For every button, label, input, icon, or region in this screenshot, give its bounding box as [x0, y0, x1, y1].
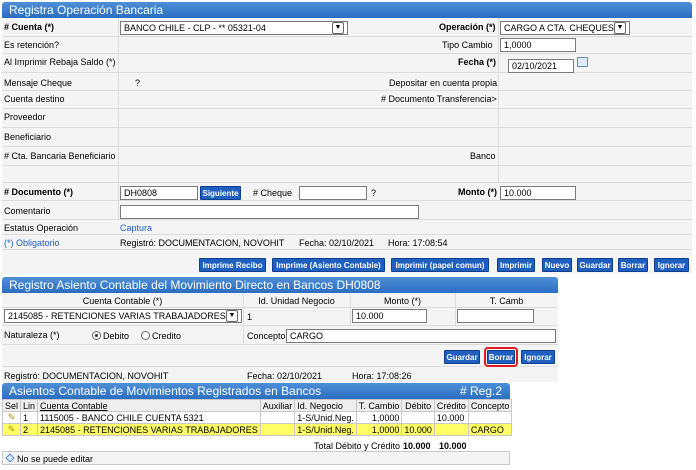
cuenta-destino-label: Cuenta destino	[4, 94, 65, 104]
cheque-label: # Cheque	[253, 188, 293, 198]
cheque-help[interactable]: ?	[371, 188, 376, 198]
diamond-icon	[5, 453, 15, 463]
banco-label: Banco	[470, 151, 496, 161]
naturaleza-label: Naturaleza (*)	[4, 330, 60, 340]
section3-title: Asientos Contable de Movimientos Registr…	[2, 383, 510, 399]
ignorar-button[interactable]: Ignorar	[654, 258, 689, 272]
asiento-registro-fecha: Fecha: 02/10/2021	[247, 371, 323, 381]
concepto-label: Concepto	[247, 331, 286, 341]
imprimir-button[interactable]: Imprimir	[497, 258, 535, 272]
comentario-input[interactable]	[120, 205, 419, 219]
tipo-cambio-input[interactable]	[500, 38, 576, 52]
total-debito: 10.000	[403, 441, 431, 451]
table-row[interactable]: ✎ 1 1115005 - BANCO CHILE CUENTA 5321 1-…	[1, 411, 513, 424]
chevron-down-icon: ▼	[226, 310, 238, 322]
col-monto-header: Monto (*)	[383, 296, 421, 306]
siguiente-button[interactable]: Siguiente	[200, 186, 241, 200]
monto-input[interactable]	[500, 186, 576, 200]
cheque-input[interactable]	[299, 186, 367, 200]
col-cuenta-header: Cuenta Contable (*)	[82, 296, 163, 306]
registro-fecha: Fecha: 02/10/2021	[299, 238, 375, 248]
total-label: Total Débito y Crédito	[314, 441, 401, 451]
cuenta-label: # Cuenta (*)	[4, 22, 55, 32]
radio-selected-icon	[92, 331, 101, 340]
unidad-value: 1	[247, 312, 253, 322]
depositar-label: Depositar en cuenta propia	[389, 78, 498, 88]
chevron-down-icon: ▼	[614, 22, 626, 34]
asiento-registro-hora: Hora: 17:08:26	[352, 371, 412, 381]
comentario-label: Comentario	[4, 206, 51, 216]
th-negocio: Id. Negocio	[294, 399, 357, 412]
reg-count: # Reg.2	[459, 384, 502, 398]
fecha-input[interactable]	[508, 59, 574, 73]
total-credito: 10.000	[439, 441, 467, 451]
credito-radio[interactable]: Credito	[141, 331, 181, 341]
th-concepto: Concepto	[467, 399, 513, 412]
th-cuenta[interactable]: Cuenta Contable	[37, 399, 261, 412]
concepto-input[interactable]	[286, 329, 556, 343]
radio-empty-icon	[141, 331, 150, 340]
debito-radio[interactable]: Debito	[92, 331, 129, 341]
documento-input[interactable]	[120, 186, 198, 200]
guardar-button[interactable]: Guardar	[577, 258, 613, 272]
operacion-select[interactable]: CARGO A CTA. CHEQUES ▼	[500, 21, 630, 35]
asiento-borrar-button[interactable]: Borrar	[484, 347, 518, 367]
fecha-label: Fecha (*)	[458, 57, 497, 67]
mensaje-help[interactable]: ?	[135, 78, 140, 88]
calendar-icon[interactable]	[577, 57, 588, 67]
chevron-down-icon: ▼	[332, 22, 344, 34]
no-edit-bar: No se puede editar	[2, 451, 510, 465]
th-credito: Crédito	[433, 399, 469, 412]
asientos-table: Sel Lin Cuenta Contable Auxiliar Id. Neg…	[1, 399, 513, 436]
estatus-label: Estatus Operación	[4, 223, 79, 233]
col-unidad-header: Id. Unidad Negocio	[258, 296, 335, 306]
asiento-tcamb-input[interactable]	[457, 309, 534, 323]
estatus-value: Captura	[120, 223, 153, 233]
documento-label: # Documento (*)	[4, 187, 74, 197]
section2-title: Registro Asiento Contable del Movimiento…	[2, 277, 558, 293]
mensaje-label: Mensaje Cheque	[4, 78, 73, 88]
imprime-recibo-button[interactable]: Imprime Recibo	[199, 258, 266, 272]
asiento-cuenta-select[interactable]: 2145085 - RETENCIONES VARIAS TRABAJADORE…	[4, 309, 242, 323]
pencil-icon[interactable]: ✎	[1, 423, 22, 436]
borrar-button[interactable]: Borrar	[618, 258, 648, 272]
th-sel: Sel	[1, 399, 22, 412]
doc-transf-label: # Documento Transferencia>	[381, 94, 497, 104]
th-tcambio: T. Cambio	[355, 399, 403, 412]
retencion-label: Es retención?	[4, 40, 60, 50]
proveedor-label: Proveedor	[4, 112, 46, 122]
section1-title: Registra Operación Bancaria	[2, 2, 692, 18]
obligatorio-note: (*) Obligatorio	[4, 238, 60, 248]
nuevo-button[interactable]: Nuevo	[542, 258, 572, 272]
asiento-guardar-button[interactable]: Guardar	[444, 350, 480, 364]
th-auxiliar: Auxiliar	[259, 399, 296, 412]
pencil-icon[interactable]: ✎	[1, 411, 22, 424]
operacion-label: Operación (*)	[439, 22, 496, 32]
asiento-monto-input[interactable]	[352, 309, 427, 323]
asiento-ignorar-button[interactable]: Ignorar	[521, 350, 555, 364]
cta-benef-label: # Cta. Bancaria Beneficiario	[4, 151, 116, 161]
imprimir-papel-button[interactable]: Imprimir (papel comun)	[391, 258, 489, 272]
col-tcamb-header: T. Camb	[489, 296, 524, 306]
table-row[interactable]: ✎ 2 2145085 - RETENCIONES VARIAS TRABAJA…	[1, 423, 513, 436]
cuenta-select[interactable]: BANCO CHILE - CLP - ** 05321-04 ▼	[120, 21, 348, 35]
th-lin: Lin	[20, 399, 39, 412]
th-debito: Débito	[401, 399, 435, 412]
tipo-cambio-label: Tipo Cambio	[442, 40, 493, 50]
beneficiario-label: Beneficiario	[4, 132, 52, 142]
imprime-asiento-button[interactable]: Imprime (Asiento Contable)	[272, 258, 385, 272]
registro-hora: Hora: 17:08:54	[388, 238, 448, 248]
rebaja-label: Al Imprimir Rebaja Saldo (*)	[4, 57, 116, 67]
monto-label: Monto (*)	[458, 187, 497, 197]
registro-user: Registró: DOCUMENTACION, NOVOHIT	[120, 238, 285, 248]
no-edit-text: No se puede editar	[17, 454, 94, 464]
asiento-registro-user: Registró: DOCUMENTACION, NOVOHIT	[4, 371, 169, 381]
